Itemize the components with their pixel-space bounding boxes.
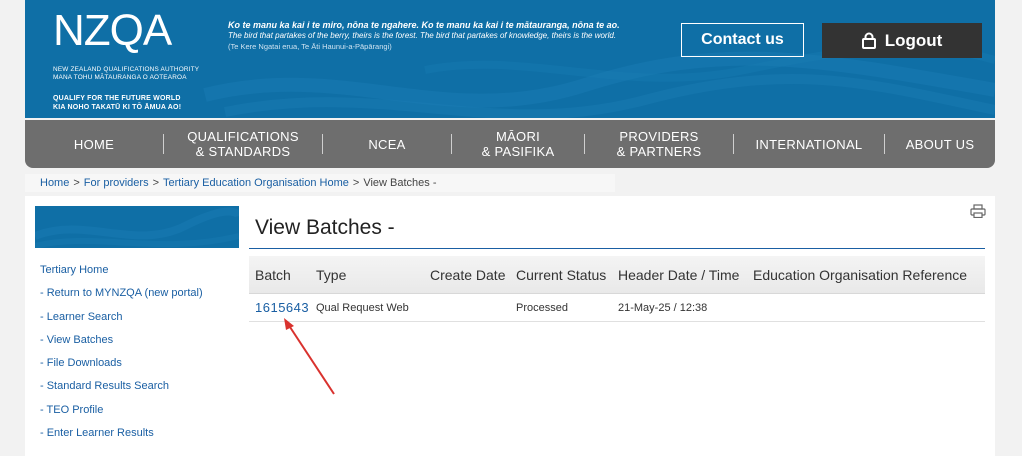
col-header-current-status[interactable]: Current Status [516, 267, 618, 283]
cell-current-status: Processed [516, 301, 568, 314]
print-icon[interactable] [970, 204, 986, 218]
sidebar-item-file-downloads[interactable]: - File Downloads [40, 355, 203, 378]
nav-international[interactable]: INTERNATIONAL [734, 120, 884, 168]
contact-us-button[interactable]: Contact us [681, 23, 804, 57]
sidebar-banner [35, 206, 239, 248]
breadcrumb: Home > For providers > Tertiary Educatio… [25, 174, 615, 192]
sidebar-item-return-mynzqa[interactable]: - Return to MYNZQA (new portal) [40, 285, 203, 308]
lock-icon [861, 32, 876, 49]
site-header: NZQA NEW ZEALAND QUALIFICATIONS AUTHORIT… [25, 0, 995, 118]
sidebar-item-view-batches[interactable]: - View Batches [40, 332, 203, 355]
batches-table: Batch Type Create Date Current Status He… [249, 256, 985, 322]
logout-button[interactable]: Logout [822, 23, 982, 58]
breadcrumb-for-providers[interactable]: For providers [84, 177, 149, 189]
col-header-batch[interactable]: Batch [249, 267, 316, 283]
table-header: Batch Type Create Date Current Status He… [249, 256, 985, 294]
nav-maori-pasifika[interactable]: MĀORI & PASIFIKA [452, 120, 584, 168]
breadcrumb-teo-home[interactable]: Tertiary Education Organisation Home [163, 177, 349, 189]
nav-home[interactable]: HOME [25, 120, 163, 168]
breadcrumb-home[interactable]: Home [40, 177, 69, 189]
sidebar-menu: Tertiary Home - Return to MYNZQA (new po… [40, 262, 203, 448]
sidebar-item-teo-profile[interactable]: - TEO Profile [40, 402, 203, 425]
col-header-create-date[interactable]: Create Date [430, 267, 516, 283]
cell-header-date-time: 21-May-25 / 12:38 [618, 301, 708, 314]
col-header-header-date-time[interactable]: Header Date / Time [618, 267, 753, 283]
col-header-type[interactable]: Type [316, 267, 430, 283]
batch-id-link[interactable]: 1615643 [255, 300, 309, 315]
page-title: View Batches - [255, 216, 395, 239]
logout-label: Logout [884, 30, 943, 50]
nav-about-us[interactable]: ABOUT US [885, 120, 995, 168]
header-proverb: Ko te manu ka kai i te miro, nōna te nga… [228, 20, 620, 51]
annotation-arrow [284, 318, 335, 395]
nav-qualifications[interactable]: QUALIFICATIONS & STANDARDS [164, 120, 322, 168]
breadcrumb-current: View Batches - [363, 177, 437, 189]
logo-org-name: NEW ZEALAND QUALIFICATIONS AUTHORITY MAN… [53, 66, 200, 81]
sidebar-item-standard-results-search[interactable]: - Standard Results Search [40, 378, 203, 401]
nav-providers-partners[interactable]: PROVIDERS & PARTNERS [585, 120, 733, 168]
sidebar-item-tertiary-home[interactable]: Tertiary Home [40, 262, 203, 285]
logo-tagline: QUALIFY FOR THE FUTURE WORLD KIA NOHO TA… [53, 95, 182, 111]
sidebar-item-learner-search[interactable]: - Learner Search [40, 309, 203, 332]
logo-wordmark: NZQA [53, 6, 172, 55]
table-row: 1615643 Qual Request Web Processed 21-Ma… [249, 294, 985, 322]
title-divider [249, 248, 985, 249]
nav-ncea[interactable]: NCEA [323, 120, 451, 168]
col-header-edu-org-ref[interactable]: Education Organisation Reference [753, 267, 985, 283]
cell-type: Qual Request Web [316, 301, 409, 314]
content-panel: Tertiary Home - Return to MYNZQA (new po… [25, 196, 995, 456]
nzqa-logo[interactable]: NZQA NEW ZEALAND QUALIFICATIONS AUTHORIT… [50, 6, 205, 112]
sidebar-item-enter-learner-results[interactable]: - Enter Learner Results [40, 425, 203, 448]
main-nav: HOME QUALIFICATIONS & STANDARDS NCEA MĀOR… [25, 120, 995, 168]
